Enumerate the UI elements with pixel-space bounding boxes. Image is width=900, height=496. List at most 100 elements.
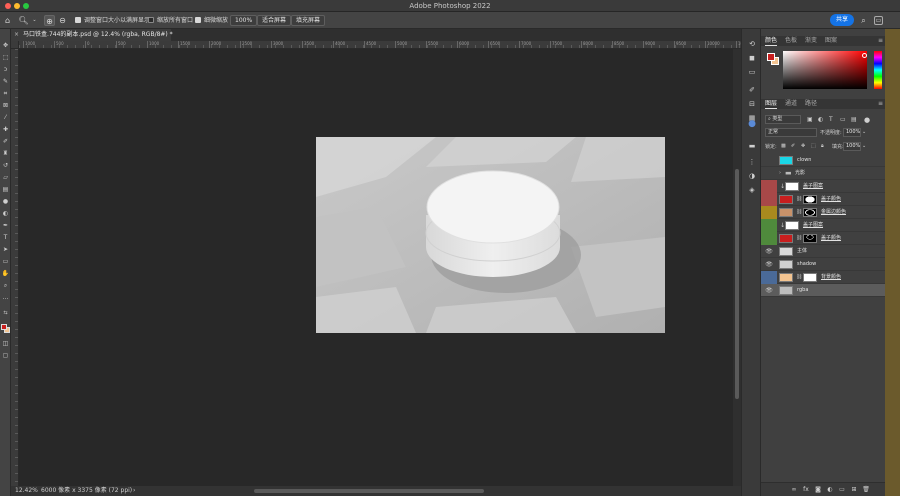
frame-tool-icon[interactable]: ⊠ [1, 101, 10, 110]
layer-thumbnail[interactable] [785, 182, 799, 191]
layer-row[interactable]: › ▬ 光影 [761, 167, 885, 180]
marquee-tool-icon[interactable]: ⬚ [1, 53, 10, 62]
crop-tool-icon[interactable]: ⌗ [1, 89, 10, 98]
layer-row[interactable]: 👁︎ 主体 [761, 245, 885, 258]
layer-thumbnail[interactable] [779, 208, 793, 217]
layer-name[interactable]: 盖子图案 [803, 219, 823, 232]
opacity-field[interactable]: 100% [843, 128, 861, 137]
eye-icon[interactable] [761, 232, 777, 245]
canvas-area[interactable] [19, 49, 741, 486]
zoom-tool-icon[interactable]: 🔍︎ [18, 15, 29, 26]
eye-icon[interactable] [761, 193, 777, 206]
gradient-tool-icon[interactable]: ▤ [1, 185, 10, 194]
smart-object-filter-icon[interactable]: ▤ [851, 116, 857, 123]
comments-panel-icon[interactable]: ▭ [747, 67, 757, 77]
link-icon[interactable]: ⛓ [796, 232, 802, 245]
fill-screen-button[interactable]: 填充屏幕 [291, 15, 326, 26]
type-tool-icon[interactable]: T [1, 233, 10, 242]
vertical-scrollbar[interactable] [733, 49, 741, 486]
lock-artboard-icon[interactable]: ⬚ [811, 143, 816, 149]
quick-select-tool-icon[interactable]: ✎ [1, 77, 10, 86]
picker-foreground-swatch[interactable] [767, 53, 775, 61]
path-select-tool-icon[interactable]: ➤ [1, 245, 10, 254]
swatches-panel-icon[interactable]: ⋮ [747, 157, 757, 167]
chevron-right-icon[interactable]: › [779, 167, 781, 180]
delete-layer-icon[interactable]: 🗑︎ [861, 485, 871, 495]
layer-style-icon[interactable]: fx [801, 485, 811, 495]
link-icon[interactable]: ⛓ [796, 271, 802, 284]
layer-name[interactable]: clown [797, 154, 811, 167]
scrubby-zoom-checkbox[interactable]: 细微缩放 [195, 15, 228, 26]
vertical-ruler[interactable] [11, 41, 19, 486]
healing-brush-tool-icon[interactable]: ✚ [1, 125, 10, 134]
adjustment-filter-icon[interactable]: ◐ [818, 116, 823, 123]
layer-thumbnail[interactable] [779, 247, 793, 256]
layer-row[interactable]: ↓ 盖子图案 [761, 219, 885, 232]
chevron-down-icon[interactable]: ⌄ [862, 143, 866, 149]
zoom-100-button[interactable]: 100% [230, 15, 258, 26]
eye-icon[interactable] [761, 206, 777, 219]
layer-thumbnail[interactable] [779, 156, 793, 165]
new-adjustment-layer-icon[interactable]: ◐ [825, 485, 835, 495]
layer-thumbnail[interactable] [785, 221, 799, 230]
swap-colors-icon[interactable]: ⇆ [1, 309, 10, 318]
horizontal-scroll-thumb[interactable] [254, 489, 484, 493]
adjustments-panel-icon[interactable]: ⊟ [747, 99, 757, 109]
blur-tool-icon[interactable]: ● [1, 197, 10, 206]
type-filter-icon[interactable]: T [829, 116, 833, 123]
zoom-in-icon[interactable]: ⊕ [44, 15, 55, 26]
panel-menu-icon[interactable]: ≡ [878, 37, 883, 44]
lock-position-icon[interactable]: ✥ [801, 143, 805, 149]
eye-icon[interactable]: 👁︎ [761, 284, 777, 297]
eye-icon[interactable]: 👁︎ [761, 245, 777, 258]
filter-toggle-icon[interactable]: ● [864, 116, 870, 124]
layer-row[interactable]: ⛓ 背景颜色 [761, 271, 885, 284]
lock-transparency-icon[interactable]: ▩ [781, 143, 786, 149]
ruler-origin[interactable] [11, 41, 19, 49]
layer-name[interactable]: rgba [797, 284, 808, 297]
document-tab[interactable]: × 马口铁盒.744的副本.psd @ 12.4% (rgba, RGB/8#) … [11, 29, 173, 41]
document-canvas-image[interactable] [316, 137, 665, 333]
status-document-info[interactable]: 6000 像素 x 3375 像素 (72 ppi) [41, 486, 132, 496]
brush-tool-icon[interactable]: ✐ [1, 137, 10, 146]
lock-all-icon[interactable]: 🔒︎ [821, 143, 824, 149]
hue-slider[interactable] [874, 51, 882, 89]
eye-icon[interactable] [761, 219, 777, 232]
saturation-value-field[interactable] [783, 51, 867, 89]
color-picker-cursor[interactable] [862, 53, 867, 58]
clone-stamp-tool-icon[interactable]: ♜ [1, 149, 10, 158]
layer-row[interactable]: clown [761, 154, 885, 167]
eraser-tool-icon[interactable]: ▱ [1, 173, 10, 182]
shape-tool-icon[interactable]: ▭ [1, 257, 10, 266]
layer-row[interactable]: ↓ 盖子图案 [761, 180, 885, 193]
panel-menu-icon[interactable]: ≡ [878, 100, 883, 107]
layer-name[interactable]: 盖子图案 [803, 180, 823, 193]
link-icon[interactable]: ⛓ [796, 206, 802, 219]
layer-name[interactable]: 主体 [797, 245, 807, 258]
screen-mode-icon[interactable]: ▢ [1, 351, 10, 360]
vertical-scroll-thumb[interactable] [735, 169, 739, 399]
brush-panel-icon[interactable]: ✐ [747, 85, 757, 95]
blend-mode-select[interactable]: 正常 [765, 128, 817, 137]
layer-row[interactable]: 👁︎ rgba [761, 284, 885, 297]
layer-thumbnail[interactable] [779, 234, 793, 243]
link-layers-icon[interactable]: ∞ [789, 485, 799, 495]
libraries-panel-icon[interactable]: ● [747, 119, 757, 129]
tab-patterns[interactable]: 图案 [825, 36, 837, 46]
eyedropper-tool-icon[interactable]: ⁄ [1, 113, 10, 122]
layer-mask-thumbnail[interactable] [803, 195, 817, 204]
layer-mask-thumbnail[interactable] [803, 273, 817, 282]
properties-panel-icon[interactable]: ◼ [747, 53, 757, 63]
layer-row[interactable]: ⛓ 金属边颜色 [761, 206, 885, 219]
share-button[interactable]: 共享 [830, 14, 854, 26]
eye-icon[interactable] [761, 180, 777, 193]
search-icon[interactable]: ⌕ [858, 15, 869, 26]
layer-row[interactable]: ⛓ 盖子颜色 [761, 232, 885, 245]
lasso-tool-icon[interactable]: ↄ [1, 65, 10, 74]
new-layer-icon[interactable]: ⊞ [849, 485, 859, 495]
layer-row[interactable]: 👁︎ shadow [761, 258, 885, 271]
layer-row[interactable]: ⛓ 盖子颜色 [761, 193, 885, 206]
eye-icon[interactable] [761, 167, 777, 180]
eye-icon[interactable] [761, 271, 777, 284]
styles-panel-icon[interactable]: ◑ [747, 171, 757, 181]
